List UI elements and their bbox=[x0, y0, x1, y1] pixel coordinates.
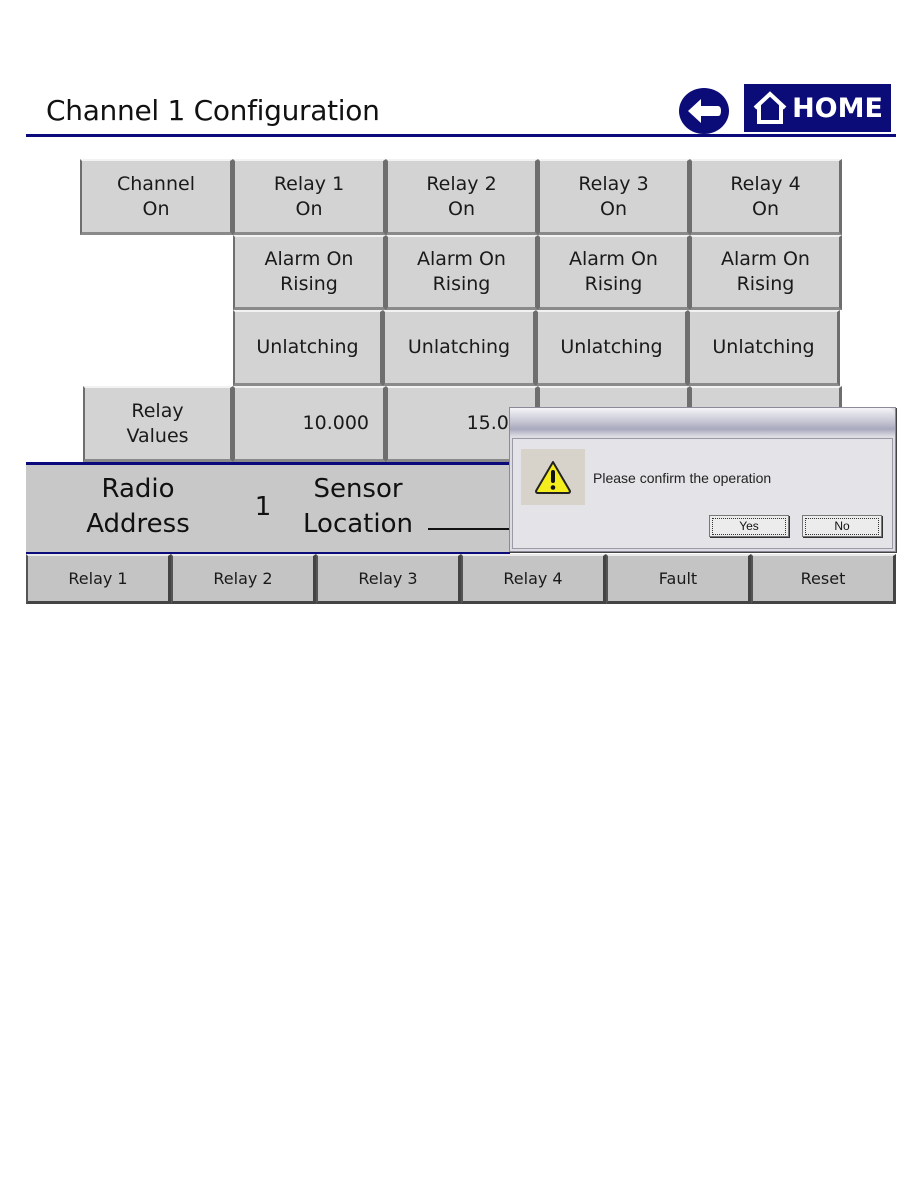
relay-2-state-toggle[interactable]: Relay 2 On bbox=[386, 159, 538, 235]
reset-button[interactable]: Reset bbox=[751, 554, 896, 604]
dialog-body: Please confirm the operation Yes No bbox=[512, 438, 893, 549]
sensor-location-label: Sensor Location bbox=[303, 474, 413, 539]
warning-icon-box bbox=[521, 449, 585, 505]
relay-4-state-toggle[interactable]: Relay 4 On bbox=[690, 159, 842, 235]
channel-on-toggle[interactable]: Channel On bbox=[80, 159, 233, 235]
relay-2-latch-toggle[interactable]: Unlatching bbox=[383, 310, 536, 386]
relay-3-latch-toggle[interactable]: Unlatching bbox=[536, 310, 688, 386]
warning-icon bbox=[535, 461, 571, 494]
relay-4-alarm-toggle[interactable]: Alarm On Rising bbox=[690, 235, 842, 310]
relay-1-state-toggle[interactable]: Relay 1 On bbox=[233, 159, 386, 235]
relay-3-alarm-toggle[interactable]: Alarm On Rising bbox=[538, 235, 690, 310]
bottom-relay-3-button[interactable]: Relay 3 bbox=[316, 554, 461, 604]
yes-label: Yes bbox=[712, 517, 786, 535]
relay-1-value-field[interactable]: 10.000 bbox=[233, 386, 386, 462]
no-label: No bbox=[805, 517, 879, 535]
bottom-relay-1-button[interactable]: Relay 1 bbox=[26, 554, 171, 604]
relay-3-state-toggle[interactable]: Relay 3 On bbox=[538, 159, 690, 235]
home-label: HOME bbox=[792, 92, 883, 124]
home-button[interactable]: HOME bbox=[744, 84, 891, 132]
dialog-message: Please confirm the operation bbox=[593, 470, 772, 486]
back-button[interactable] bbox=[679, 88, 729, 134]
no-button[interactable]: No bbox=[802, 515, 882, 537]
title-divider bbox=[26, 134, 896, 137]
relay-values-label-button[interactable]: Relay Values bbox=[83, 386, 233, 462]
radio-address-value[interactable]: 1 bbox=[250, 490, 276, 525]
relay-2-alarm-toggle[interactable]: Alarm On Rising bbox=[386, 235, 538, 310]
fault-button[interactable]: Fault bbox=[606, 554, 751, 604]
page-title: Channel 1 Configuration bbox=[46, 94, 380, 127]
relay-1-alarm-toggle[interactable]: Alarm On Rising bbox=[233, 235, 386, 310]
relay-1-latch-toggle[interactable]: Unlatching bbox=[233, 310, 383, 386]
relay-4-latch-toggle[interactable]: Unlatching bbox=[688, 310, 840, 386]
sensor-location-field[interactable] bbox=[428, 528, 510, 530]
dialog-titlebar[interactable] bbox=[510, 408, 895, 436]
arrow-left-icon bbox=[688, 99, 721, 123]
bottom-relay-2-button[interactable]: Relay 2 bbox=[171, 554, 316, 604]
house-icon bbox=[753, 91, 787, 124]
radio-address-label: Radio Address bbox=[86, 474, 190, 539]
bottom-relay-4-button[interactable]: Relay 4 bbox=[461, 554, 606, 604]
yes-button[interactable]: Yes bbox=[709, 515, 789, 537]
confirm-dialog: Please confirm the operation Yes No bbox=[509, 407, 896, 552]
